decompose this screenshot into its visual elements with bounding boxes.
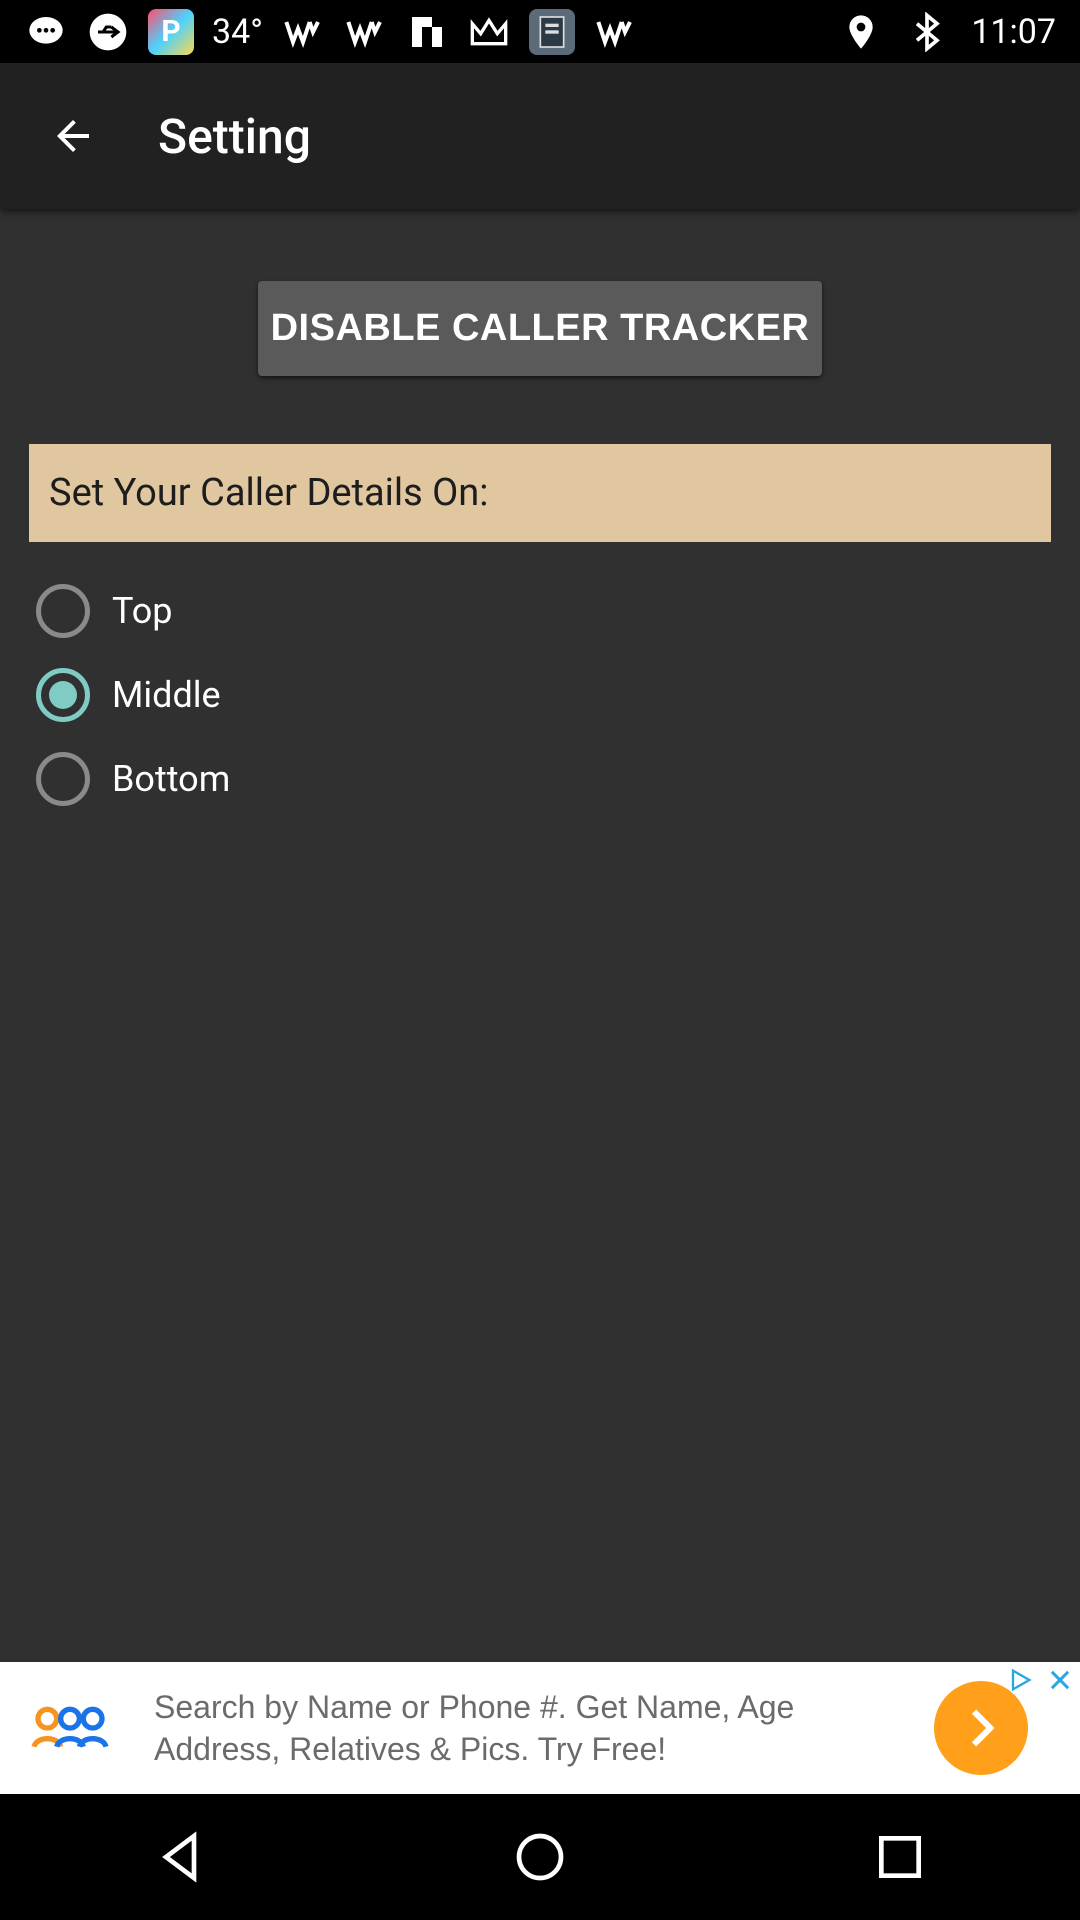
radio-option-bottom[interactable]: Bottom [36, 744, 230, 814]
radio-button-checked[interactable] [36, 668, 90, 722]
recents-square-icon [879, 1836, 921, 1878]
bluetooth-icon [905, 10, 949, 54]
radio-option-top[interactable]: Top [36, 576, 173, 646]
ad-close-icon[interactable] [1040, 1662, 1080, 1698]
back-button[interactable] [0, 63, 146, 209]
chevron-right-icon [971, 1709, 995, 1747]
crown-icon [467, 10, 511, 54]
ad-text[interactable]: Search by Name or Phone #. Get Name, Age… [140, 1686, 934, 1770]
radio-label-top: Top [112, 590, 173, 632]
holy-bible-app-icon [528, 8, 575, 55]
nav-back-button[interactable] [120, 1797, 240, 1917]
signal-w-icon [281, 10, 325, 54]
ad-line-2: Address, Relatives & Pics. Try Free! [154, 1731, 667, 1767]
back-triangle-icon [162, 1831, 197, 1883]
signal-w-icon [343, 10, 387, 54]
nav-home-button[interactable] [480, 1797, 600, 1917]
people-search-logo-icon [0, 1662, 140, 1794]
ad-choices-icon[interactable] [1000, 1662, 1040, 1698]
radio-button[interactable] [36, 584, 90, 638]
signal-w-icon [593, 10, 637, 54]
clock-text: 11:07 [971, 11, 1056, 52]
radio-button[interactable] [36, 752, 90, 806]
arrow-left-icon [57, 120, 89, 152]
status-bar: P 34° 11:07 [0, 0, 1080, 63]
ad-banner[interactable]: Search by Name or Phone #. Get Name, Age… [0, 1662, 1080, 1794]
flipboard-icon [405, 10, 449, 54]
system-nav-bar [0, 1794, 1080, 1920]
ad-line-1: Search by Name or Phone #. Get Name, Age [154, 1689, 795, 1725]
temperature-text: 34° [212, 11, 263, 52]
disable-caller-tracker-button[interactable]: DISABLE CALLER TRACKER [258, 281, 822, 376]
app-toolbar: Setting [0, 63, 1080, 209]
radio-option-middle[interactable]: Middle [36, 660, 221, 730]
chat-icon [24, 10, 68, 54]
radio-label-middle: Middle [112, 674, 221, 716]
radio-label-bottom: Bottom [112, 758, 231, 800]
home-circle-icon [516, 1833, 564, 1881]
page-title: Setting [158, 107, 311, 165]
nav-recents-button[interactable] [840, 1797, 960, 1917]
usb-icon [86, 10, 130, 54]
section-header: Set Your Caller Details On: [29, 444, 1051, 542]
app-p-icon: P [148, 8, 194, 55]
location-icon [839, 10, 883, 54]
